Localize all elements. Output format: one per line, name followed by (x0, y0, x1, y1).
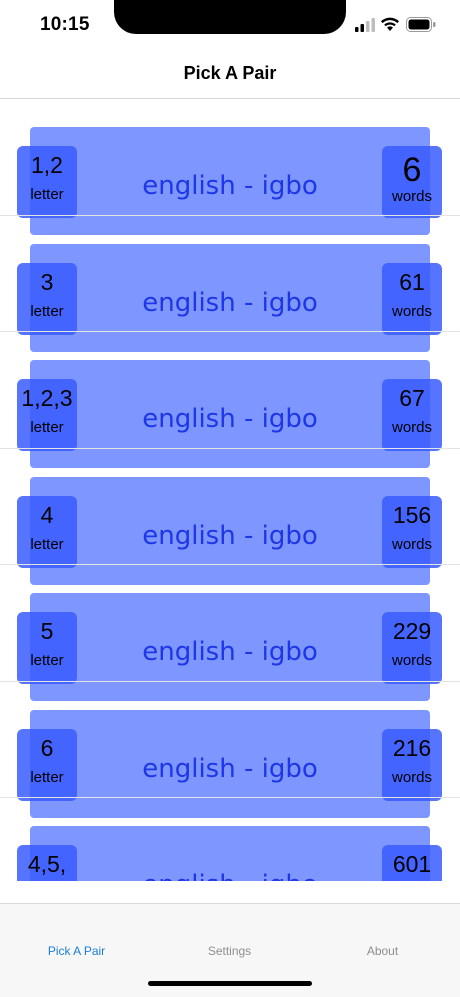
word-count-badge: 216 words (382, 728, 442, 801)
letters-value: 4 (40, 501, 54, 528)
word-count-value: 229 (392, 618, 432, 644)
letters-badge: 6 letter (17, 728, 77, 801)
word-count-value: 6 (402, 151, 422, 189)
word-count-value: 216 (392, 734, 432, 761)
letters-badge: 1,2,3 letter (17, 379, 77, 451)
letters-value: 4,5, (27, 851, 67, 877)
word-count-value: 601 (392, 851, 432, 877)
list-item[interactable]: english - igbo 1,2 letter 6 words (0, 99, 460, 235)
words-caption: words (391, 188, 432, 205)
letters-badge: 4 letter (17, 495, 77, 568)
tab-pick-a-pair[interactable]: Pick A Pair (0, 944, 153, 958)
battery-icon (406, 17, 436, 32)
word-count-badge: 601 words (382, 845, 442, 881)
words-caption: words (391, 535, 432, 553)
letters-value: 1,2,3 (21, 385, 73, 411)
home-indicator[interactable] (148, 981, 312, 986)
list-item[interactable]: english - igbo 4 letter 156 words (0, 449, 460, 585)
words-caption: words (391, 768, 432, 786)
pair-label: english - igbo (142, 171, 318, 201)
word-count-value: 61 (399, 268, 425, 295)
letters-caption: letter (30, 186, 64, 203)
wifi-icon (381, 17, 399, 31)
status-bar: 10:15 (0, 0, 460, 50)
letters-badge: 1,2 letter (17, 146, 77, 218)
page-title: Pick A Pair (183, 63, 277, 83)
words-caption: words (391, 302, 432, 320)
navigation-bar: Pick A Pair (0, 50, 460, 99)
letters-badge: 5 letter (17, 612, 77, 684)
word-count-badge: 67 words (382, 379, 442, 451)
letters-value: 3 (40, 268, 54, 295)
list-item[interactable]: english - igbo 1,2,3 letter 67 words (0, 332, 460, 468)
letters-caption: letter (30, 652, 64, 669)
letters-caption: letter (30, 535, 64, 553)
list-item[interactable]: english - igbo 5 letter 229 words (0, 565, 460, 701)
words-caption: words (391, 419, 432, 436)
pair-label: english - igbo (142, 404, 318, 434)
signal-icon (355, 18, 375, 32)
word-count-badge: 61 words (382, 262, 442, 335)
list-item[interactable]: english - igbo 4,5, letter 601 words (0, 798, 460, 881)
pair-card[interactable]: english - igbo (30, 826, 430, 881)
tab-about[interactable]: About (306, 944, 459, 958)
pair-label: english - igbo (142, 753, 318, 784)
word-count-value: 156 (392, 501, 432, 528)
word-count-badge: 229 words (382, 612, 442, 684)
letters-caption: letter (30, 302, 64, 320)
letters-caption: letter (30, 419, 64, 436)
list-item[interactable]: english - igbo 3 letter 61 words (0, 216, 460, 352)
tab-settings[interactable]: Settings (153, 944, 306, 958)
letters-value: 1,2 (31, 152, 63, 178)
pair-label: english - igbo (30, 870, 430, 881)
letters-badge: 4,5, letter (17, 845, 77, 881)
pair-label: english - igbo (142, 520, 318, 551)
letters-value: 6 (40, 734, 54, 761)
list-item[interactable]: english - igbo 6 letter 216 words (0, 682, 460, 818)
words-caption: words (391, 652, 432, 669)
device-notch (114, 0, 346, 34)
letters-caption: letter (30, 768, 64, 786)
letters-value: 5 (40, 618, 54, 644)
pair-label: english - igbo (142, 287, 318, 318)
status-time: 10:15 (40, 14, 90, 35)
letters-badge: 3 letter (17, 262, 77, 335)
pair-label: english - igbo (142, 637, 318, 667)
word-count-badge: 6 words (382, 146, 442, 218)
word-count-value: 67 (399, 385, 425, 411)
pair-list[interactable]: english - igbo 1,2 letter 6 words englis… (0, 99, 460, 881)
word-count-badge: 156 words (382, 495, 442, 568)
